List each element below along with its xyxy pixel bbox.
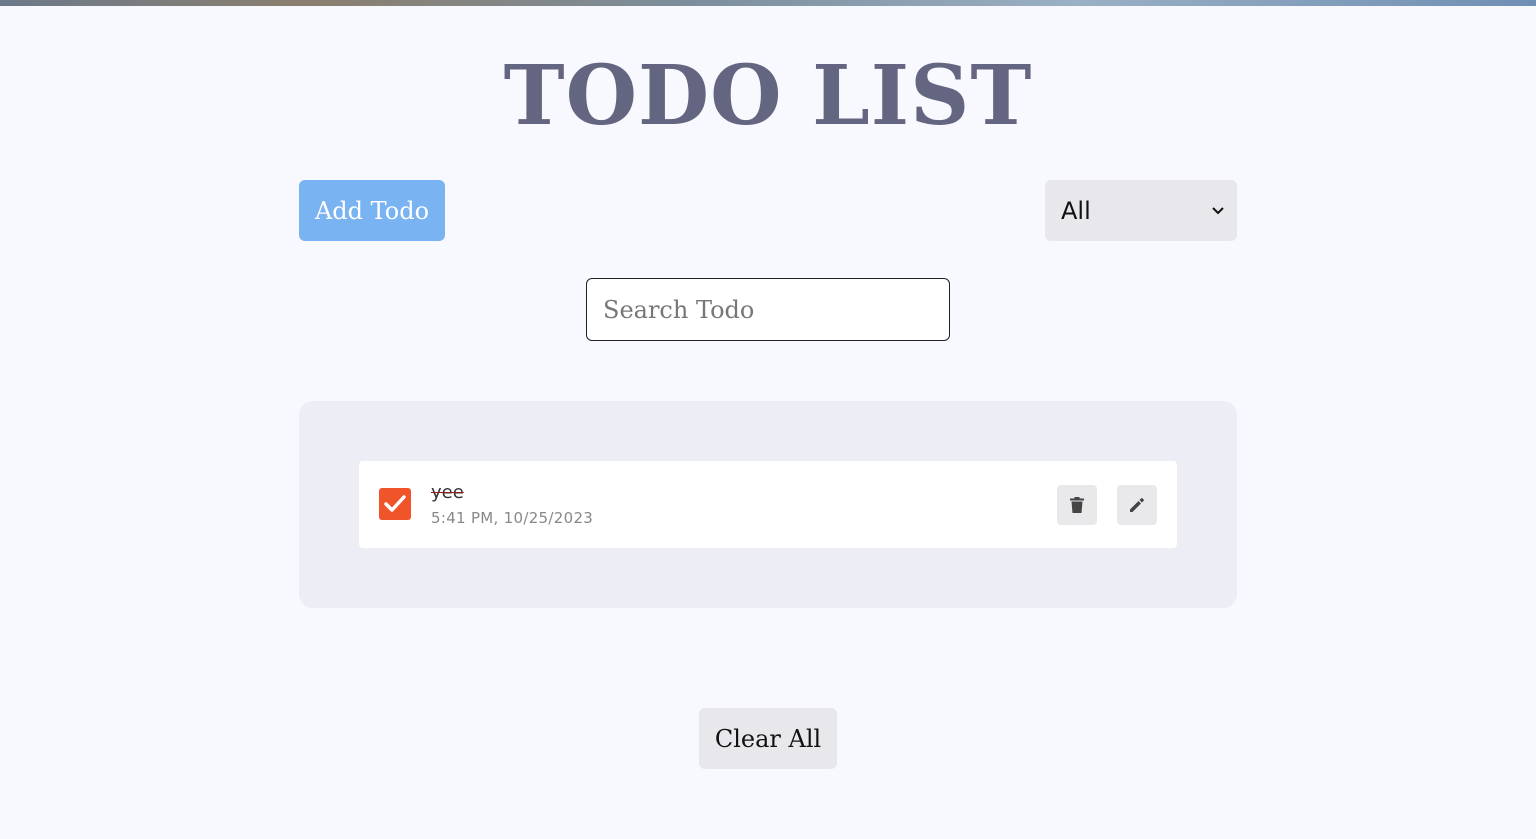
- delete-todo-button[interactable]: [1057, 485, 1097, 525]
- todo-checkbox[interactable]: [379, 488, 411, 520]
- checkmark-icon: [384, 495, 406, 512]
- status-filter-select[interactable]: All: [1045, 180, 1237, 241]
- todo-timestamp: 5:41 PM, 10/25/2023: [431, 509, 594, 527]
- trash-icon: [1070, 497, 1084, 513]
- pencil-icon: [1130, 498, 1144, 512]
- todo-list-panel: yee 5:41 PM, 10/25/2023: [299, 401, 1237, 608]
- clear-all-button[interactable]: Clear All: [699, 708, 837, 769]
- search-input[interactable]: [586, 278, 950, 341]
- top-background-strip: [0, 0, 1536, 6]
- add-todo-button[interactable]: Add Todo: [299, 180, 445, 241]
- chevron-down-icon: [1211, 204, 1225, 218]
- todo-title: yee: [431, 482, 464, 503]
- edit-todo-button[interactable]: [1117, 485, 1157, 525]
- page-title: TODO LIST: [503, 48, 1033, 144]
- todo-item: yee 5:41 PM, 10/25/2023: [359, 461, 1177, 548]
- filter-selected-value: All: [1061, 196, 1091, 225]
